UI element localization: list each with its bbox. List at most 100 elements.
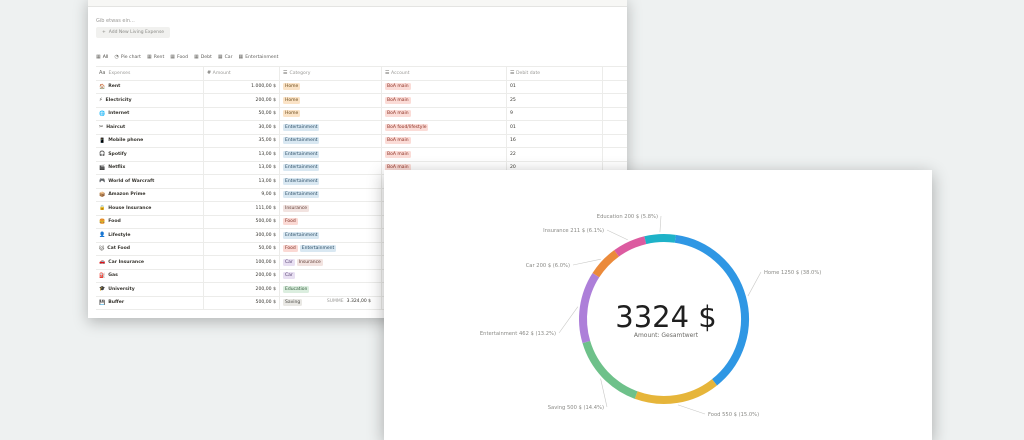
expense-name-cell[interactable]: 📱 Mobile phone: [96, 134, 204, 147]
view-tab-all[interactable]: ▦ All: [96, 54, 108, 60]
view-tab-pie-chart[interactable]: ◔ Pie chart: [114, 54, 141, 60]
table-row[interactable]: 🏠 Rent 1.000,00 $ Home BoA main 01: [96, 80, 627, 94]
header-category[interactable]: ☰ Category: [280, 67, 382, 80]
amount-cell[interactable]: 35,00 $: [204, 134, 280, 147]
amount-cell[interactable]: 50,00 $: [204, 242, 280, 255]
header-expenses[interactable]: Aa Expenses: [96, 67, 204, 80]
account-cell[interactable]: BoA main: [382, 134, 507, 147]
amount-summary[interactable]: SUMME 3.324,00 $: [209, 299, 371, 304]
category-cell[interactable]: Entertainment: [280, 175, 382, 188]
category-tag: Car: [283, 272, 295, 280]
amount-cell[interactable]: 200,00 $: [204, 269, 280, 282]
list-icon: ☰: [283, 70, 288, 77]
slice-saving[interactable]: [582, 340, 638, 399]
category-cell[interactable]: Education: [280, 283, 382, 296]
view-tab-entertainment[interactable]: ▦ Entertainment: [239, 54, 279, 60]
list-icon: ☰: [385, 70, 390, 77]
table-row[interactable]: 🌐 Internet 50,00 $ Home BoA main 9: [96, 107, 627, 121]
slice-food[interactable]: [634, 379, 718, 404]
category-cell[interactable]: Entertainment: [280, 148, 382, 161]
category-cell[interactable]: Insurance: [280, 202, 382, 215]
category-cell[interactable]: Food Entertainment: [280, 242, 382, 255]
expense-icon: 🍔: [99, 218, 106, 225]
expense-name-cell[interactable]: 👤 Lifestyle: [96, 229, 204, 242]
view-tab-label: Entertainment: [245, 54, 279, 60]
amount-cell[interactable]: 50,00 $: [204, 107, 280, 120]
amount-cell[interactable]: 13,00 $: [204, 148, 280, 161]
expense-name-cell[interactable]: 🏠 Rent: [96, 80, 204, 93]
expense-name-cell[interactable]: 💾 Buffer: [96, 296, 204, 309]
debit-date-cell[interactable]: 25: [507, 94, 603, 107]
header-debit-date[interactable]: ☰ Debit date: [507, 67, 603, 80]
expense-name-cell[interactable]: ✂ Haircut: [96, 121, 204, 134]
view-tab-label: Pie chart: [120, 54, 141, 60]
text-icon: Aa: [99, 70, 106, 77]
view-tab-food[interactable]: ▦ Food: [170, 54, 188, 60]
expense-name-cell[interactable]: 📦 Amazon Prime: [96, 188, 204, 201]
amount-cell[interactable]: 30,00 $: [204, 121, 280, 134]
expense-name-cell[interactable]: 🌐 Internet: [96, 107, 204, 120]
category-cell[interactable]: Entertainment: [280, 161, 382, 174]
expense-name-cell[interactable]: ⚡ Electricity: [96, 94, 204, 107]
header-amount[interactable]: # Amount: [204, 67, 280, 80]
expense-name: Netflix: [108, 165, 126, 171]
view-tab-rent[interactable]: ▦ Rent: [147, 54, 164, 60]
category-cell[interactable]: Entertainment: [280, 188, 382, 201]
amount-cell[interactable]: 100,00 $: [204, 256, 280, 269]
account-cell[interactable]: BoA food/lifestyle: [382, 121, 507, 134]
category-cell[interactable]: Food: [280, 215, 382, 228]
expense-name-cell[interactable]: 🍔 Food: [96, 215, 204, 228]
amount-cell[interactable]: 1.000,00 $: [204, 80, 280, 93]
expense-name-cell[interactable]: ⛽ Gas: [96, 269, 204, 282]
amount-cell[interactable]: 200,00 $: [204, 283, 280, 296]
category-cell[interactable]: Entertainment: [280, 134, 382, 147]
table-row[interactable]: 🎧 Spotify 13,00 $ Entertainment BoA main 22: [96, 148, 627, 162]
amount-cell[interactable]: 9,00 $: [204, 188, 280, 201]
view-tab-car[interactable]: ▦ Car: [218, 54, 233, 60]
debit-date-cell[interactable]: 16: [507, 134, 603, 147]
category-cell[interactable]: Car: [280, 269, 382, 282]
add-expense-button[interactable]: + Add New Living Expense: [96, 27, 171, 38]
expense-name-cell[interactable]: 🎓 University: [96, 283, 204, 296]
expense-name-cell[interactable]: 🎬 Netflix: [96, 161, 204, 174]
category-cell[interactable]: Home: [280, 107, 382, 120]
account-cell[interactable]: BoA main: [382, 107, 507, 120]
account-cell[interactable]: BoA main: [382, 148, 507, 161]
expense-name-cell[interactable]: 🎮 World of Warcraft: [96, 175, 204, 188]
amount-cell[interactable]: 300,00 $: [204, 229, 280, 242]
amount-cell[interactable]: 111,00 $: [204, 202, 280, 215]
header-account[interactable]: ☰ Account: [382, 67, 507, 80]
debit-date-cell[interactable]: 01: [507, 80, 603, 93]
category-cell[interactable]: Car Insurance: [280, 256, 382, 269]
debit-date-cell[interactable]: 22: [507, 148, 603, 161]
category-cell[interactable]: Entertainment: [280, 121, 382, 134]
extra-cell: [603, 94, 627, 107]
amount-cell[interactable]: 200,00 $: [204, 94, 280, 107]
slice-education[interactable]: [644, 234, 676, 245]
expense-name-cell[interactable]: 🔒 House Insurance: [96, 202, 204, 215]
debit-date-cell[interactable]: 9: [507, 107, 603, 120]
category-cell[interactable]: Home: [280, 94, 382, 107]
table-row[interactable]: ✂ Haircut 30,00 $ Entertainment BoA food/lif…: [96, 121, 627, 135]
expense-name: Gas: [108, 273, 118, 279]
slice-leader-line: [606, 229, 628, 241]
debit-date-cell[interactable]: 01: [507, 121, 603, 134]
expense-icon: 📦: [99, 191, 106, 198]
account-cell[interactable]: BoA main: [382, 94, 507, 107]
expense-name-cell[interactable]: 🚗 Car Insurance: [96, 256, 204, 269]
amount-cell[interactable]: 13,00 $: [204, 175, 280, 188]
slice-leader-line: [572, 258, 601, 266]
category-cell[interactable]: Home: [280, 80, 382, 93]
category-cell[interactable]: Entertainment: [280, 229, 382, 242]
amount-cell[interactable]: 500,00 $: [204, 215, 280, 228]
view-tab-debt[interactable]: ▦ Debt: [194, 54, 212, 60]
slice-insurance[interactable]: [614, 236, 647, 257]
expense-name-cell[interactable]: 🎧 Spotify: [96, 148, 204, 161]
expense-name-cell[interactable]: 🐱 Cat Food: [96, 242, 204, 255]
amount-cell[interactable]: 13,00 $: [204, 161, 280, 174]
slice-car[interactable]: [592, 250, 619, 278]
table-row[interactable]: ⚡ Electricity 200,00 $ Home BoA main 25: [96, 94, 627, 108]
quick-add-input[interactable]: Gib etwas ein...: [96, 18, 135, 24]
table-row[interactable]: 📱 Mobile phone 35,00 $ Entertainment BoA mai…: [96, 134, 627, 148]
account-cell[interactable]: BoA main: [382, 80, 507, 93]
